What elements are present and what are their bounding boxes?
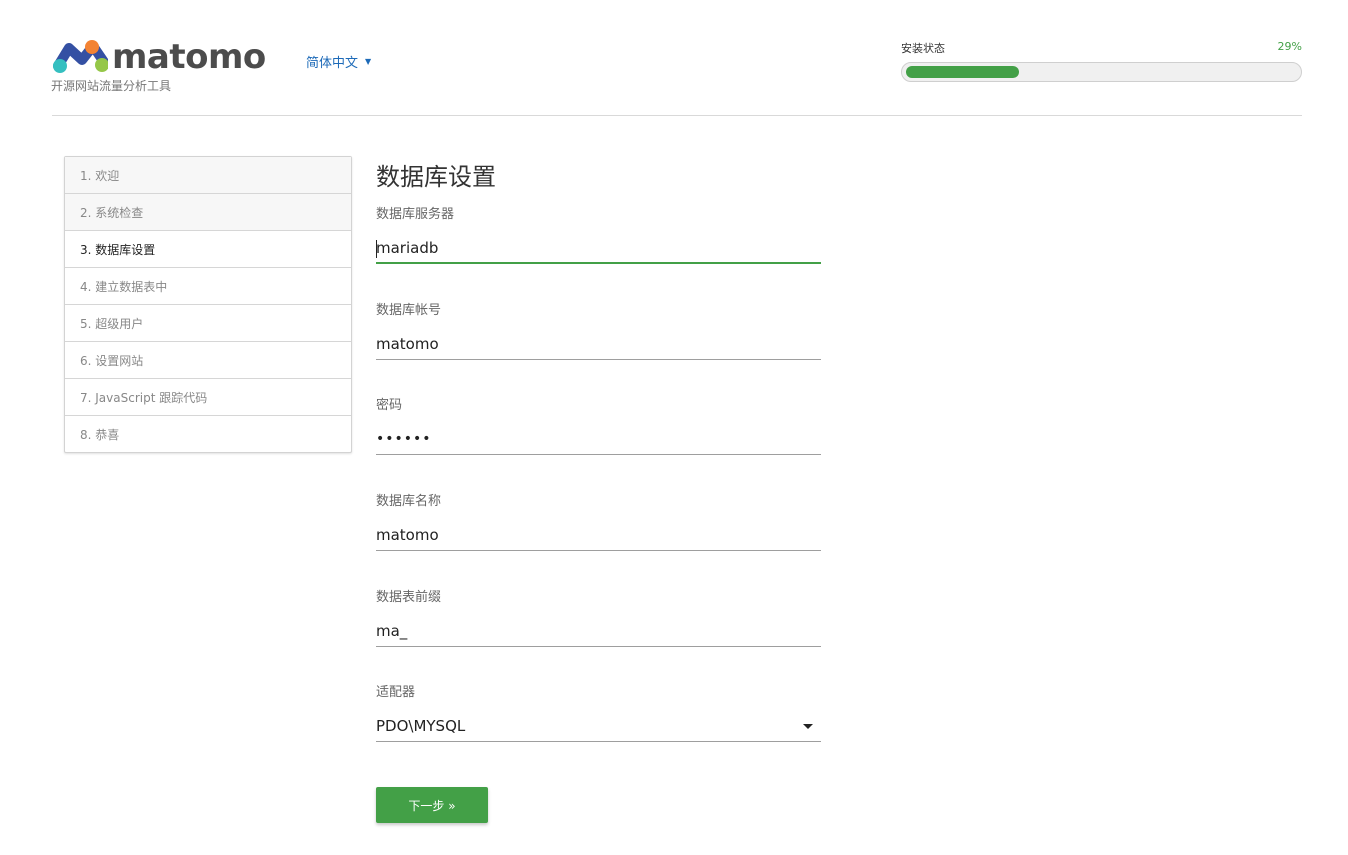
host-field: 数据库服务器 mariadb	[376, 203, 821, 264]
step-item: 4. 建立数据表中	[65, 268, 351, 305]
prefix-label: 数据表前缀	[376, 590, 442, 605]
adapter-label: 适配器	[376, 685, 416, 700]
install-steps: 1. 欢迎 2. 系统检查 3. 数据库设置 4. 建立数据表中 5. 超级用户…	[64, 156, 352, 453]
step-label: 3. 数据库设置	[80, 242, 156, 257]
adapter-select[interactable]: PDO\MYSQL	[376, 711, 821, 742]
dbname-value: matomo	[376, 526, 439, 544]
language-selector[interactable]: 简体中文 ▼	[306, 52, 371, 71]
username-label: 数据库帐号	[376, 303, 442, 318]
step-label: 4. 建立数据表中	[80, 279, 168, 294]
header-divider	[52, 115, 1302, 116]
adapter-field: 适配器 PDO\MYSQL	[376, 681, 821, 742]
password-label: 密码	[376, 398, 403, 413]
step-label: 8. 恭喜	[80, 427, 120, 442]
step-label: 7. JavaScript 跟踪代码	[80, 390, 208, 405]
caret-down-icon: ▼	[365, 57, 372, 66]
dbname-input[interactable]: matomo	[376, 520, 821, 551]
prefix-input[interactable]: ma_	[376, 616, 821, 647]
step-item: 5. 超级用户	[65, 305, 351, 342]
prefix-value: ma_	[376, 622, 408, 640]
step-item: 6. 设置网站	[65, 342, 351, 379]
progress-label: 安装状态	[901, 42, 945, 55]
dropdown-arrow-icon	[803, 723, 813, 729]
progress-fill	[906, 66, 1020, 78]
dbname-label: 数据库名称	[376, 494, 442, 509]
prefix-field: 数据表前缀 ma_	[376, 586, 821, 647]
next-button[interactable]: 下一步 »	[376, 787, 488, 823]
install-progress: 安装状态 29%	[901, 40, 1302, 82]
text-cursor	[376, 240, 377, 258]
logo-text: matomo	[112, 37, 266, 77]
step-label: 5. 超级用户	[80, 316, 144, 331]
host-input[interactable]: mariadb	[376, 233, 821, 264]
progress-percent: 29%	[1277, 40, 1302, 53]
adapter-value: PDO\MYSQL	[376, 717, 466, 735]
matomo-logo[interactable]: matomo	[52, 40, 266, 74]
step-item: 3. 数据库设置	[65, 231, 351, 268]
dbname-field: 数据库名称 matomo	[376, 490, 821, 551]
step-item: 7. JavaScript 跟踪代码	[65, 379, 351, 416]
password-value: ••••••	[376, 431, 432, 447]
tagline: 开源网站流量分析工具	[51, 79, 172, 93]
step-label: 1. 欢迎	[80, 168, 120, 183]
step-item: 8. 恭喜	[65, 416, 351, 452]
step-label: 6. 设置网站	[80, 353, 144, 368]
step-label: 2. 系统检查	[80, 205, 144, 220]
password-field: 密码 ••••••	[376, 394, 821, 455]
host-label: 数据库服务器	[376, 207, 455, 222]
username-input[interactable]: matomo	[376, 329, 821, 360]
language-label: 简体中文	[306, 56, 359, 71]
step-item: 2. 系统检查	[65, 194, 351, 231]
step-item: 1. 欢迎	[65, 157, 351, 194]
host-value: mariadb	[376, 238, 439, 257]
username-value: matomo	[376, 335, 439, 353]
matomo-mark-icon	[53, 40, 108, 73]
username-field: 数据库帐号 matomo	[376, 299, 821, 360]
page-title: 数据库设置	[376, 163, 496, 191]
password-input[interactable]: ••••••	[376, 424, 821, 455]
progress-track	[901, 62, 1302, 82]
